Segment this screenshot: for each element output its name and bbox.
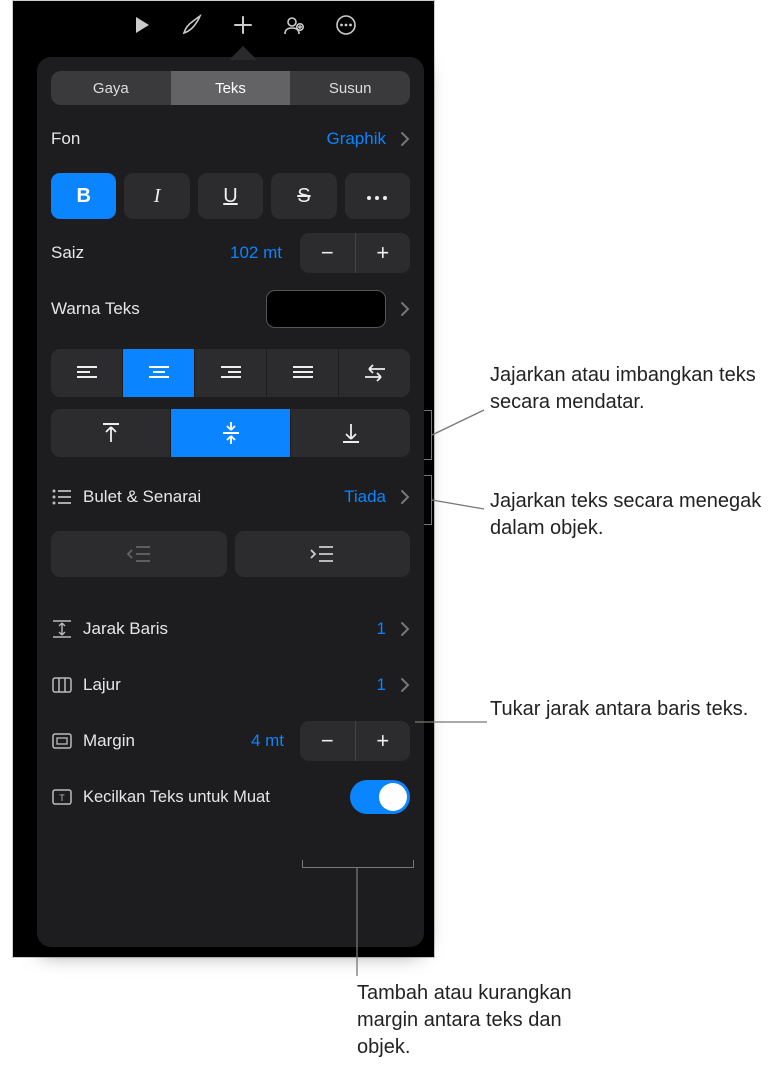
columns-row[interactable]: Lajur 1 <box>51 663 410 707</box>
indent-group <box>51 531 410 577</box>
bracket-valign <box>424 475 432 525</box>
line-spacing-row[interactable]: Jarak Baris 1 <box>51 607 410 651</box>
valign-top-button[interactable] <box>51 409 171 457</box>
tab-susun[interactable]: Susun <box>290 71 410 105</box>
text-color-label: Warna Teks <box>51 299 256 319</box>
size-value: 102 mt <box>230 243 282 263</box>
text-direction-button[interactable] <box>339 349 410 397</box>
margin-value: 4 mt <box>251 731 284 751</box>
svg-text:T: T <box>59 793 65 803</box>
font-label: Fon <box>51 129 316 149</box>
play-icon[interactable] <box>133 5 151 45</box>
font-value: Graphik <box>326 129 386 149</box>
size-label: Saiz <box>51 243 220 263</box>
callout-line: Tukar jarak antara baris teks. <box>490 696 748 723</box>
text-color-swatch[interactable] <box>266 290 386 328</box>
font-row[interactable]: Fon Graphik <box>51 117 410 161</box>
bracket-halign <box>424 410 432 460</box>
chevron-right-icon <box>396 621 410 637</box>
line-spacing-value: 1 <box>377 619 386 639</box>
chevron-right-icon <box>396 301 410 317</box>
bullets-value: Tiada <box>344 487 386 507</box>
chevron-right-icon <box>396 131 410 147</box>
underline-button[interactable]: U <box>198 173 263 219</box>
line-spacing-icon <box>51 620 73 638</box>
italic-button[interactable]: I <box>124 173 189 219</box>
margin-decrease-button[interactable]: − <box>300 721 355 761</box>
callout-valign: Jajarkan teks secara menegak dalam objek… <box>490 488 779 542</box>
size-increase-button[interactable]: + <box>356 233 411 273</box>
format-tabs: Gaya Teks Susun <box>51 71 410 105</box>
bracket-margin <box>302 860 414 868</box>
collab-icon[interactable] <box>283 5 305 45</box>
align-right-button[interactable] <box>195 349 267 397</box>
text-style-buttons: B I U S <box>51 173 410 219</box>
margin-icon <box>51 733 73 749</box>
callout-halign: Jajarkan atau imbangkan teks secara mend… <box>490 362 779 416</box>
margin-stepper: − + <box>300 721 410 761</box>
line-spacing-label: Jarak Baris <box>83 619 367 639</box>
margin-label: Margin <box>83 731 241 751</box>
more-icon[interactable] <box>335 5 357 45</box>
plus-icon[interactable] <box>233 5 253 45</box>
tab-teks[interactable]: Teks <box>171 71 291 105</box>
size-decrease-button[interactable]: − <box>300 233 355 273</box>
shrink-label: Kecilkan Teks untuk Muat <box>83 788 340 807</box>
chevron-right-icon <box>396 677 410 693</box>
columns-icon <box>51 677 73 693</box>
valign-bottom-button[interactable] <box>291 409 410 457</box>
size-row: Saiz 102 mt − + <box>51 231 410 275</box>
top-toolbar <box>13 1 434 49</box>
list-icon <box>51 489 73 505</box>
tab-gaya[interactable]: Gaya <box>51 71 171 105</box>
outdent-button[interactable] <box>51 531 227 577</box>
more-styles-button[interactable] <box>345 173 410 219</box>
columns-label: Lajur <box>83 675 367 695</box>
chevron-right-icon <box>396 489 410 505</box>
margin-row: Margin 4 mt − + <box>51 719 410 763</box>
bullets-label: Bulet & Senarai <box>83 487 334 507</box>
margin-increase-button[interactable]: + <box>356 721 411 761</box>
horizontal-align-group <box>51 349 410 397</box>
shrink-toggle[interactable] <box>350 780 410 814</box>
size-stepper: − + <box>300 233 410 273</box>
vertical-align-group <box>51 409 410 457</box>
columns-value: 1 <box>377 675 386 695</box>
valign-middle-button[interactable] <box>171 409 291 457</box>
align-justify-button[interactable] <box>267 349 339 397</box>
bold-button[interactable]: B <box>51 173 116 219</box>
bullets-row[interactable]: Bulet & Senarai Tiada <box>51 475 410 519</box>
align-center-button[interactable] <box>123 349 195 397</box>
indent-button[interactable] <box>235 531 411 577</box>
align-left-button[interactable] <box>51 349 123 397</box>
format-panel: Gaya Teks Susun Fon Graphik B I U S Saiz… <box>37 57 424 947</box>
shrink-icon: T <box>51 789 73 805</box>
brush-icon[interactable] <box>181 5 203 45</box>
popover-arrow <box>229 46 257 60</box>
strike-button[interactable]: S <box>271 173 336 219</box>
text-color-row[interactable]: Warna Teks <box>51 287 410 331</box>
shrink-row: T Kecilkan Teks untuk Muat <box>51 775 410 819</box>
callout-margin: Tambah atau kurangkan margin antara teks… <box>357 980 617 1061</box>
